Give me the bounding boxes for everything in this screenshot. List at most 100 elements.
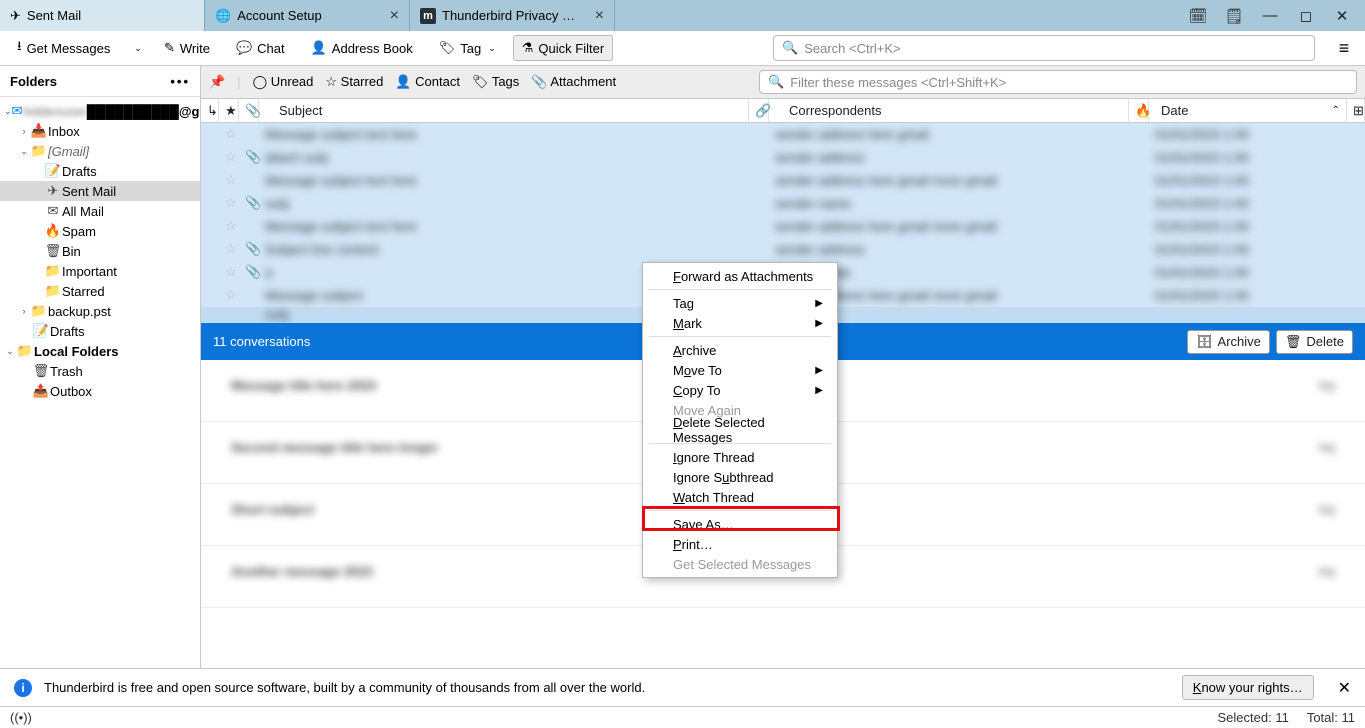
kebab-icon[interactable]: •••	[170, 74, 190, 89]
qf-contact[interactable]: 👤 Contact	[395, 74, 460, 90]
label: Quick Filter	[538, 41, 604, 56]
tab-account-setup[interactable]: 🌐 Account Setup ×	[205, 0, 410, 31]
ctx-forward-attachments[interactable]: Forward as Attachments	[643, 266, 837, 286]
close-icon[interactable]: ×	[390, 7, 399, 25]
quick-filter-button[interactable]: ⚗ Quick Filter	[513, 35, 613, 61]
close-icon[interactable]: ×	[595, 7, 604, 25]
label: Drafts	[50, 324, 85, 339]
qf-unread[interactable]: ◯ Unread	[253, 74, 314, 90]
col-star[interactable]: ★	[219, 99, 239, 122]
ctx-ignore-subthread[interactable]: Ignore Subthread	[643, 467, 837, 487]
write-button[interactable]: ✎ Write	[155, 35, 219, 61]
folder-drafts2[interactable]: 📝 Drafts	[0, 321, 200, 341]
col-link[interactable]: 🔗	[749, 99, 769, 122]
folder-pane: Folders ••• ⌄ ✉ hiddenuser ██████████@gm…	[0, 66, 201, 668]
app-menu-button[interactable]: ≡	[1331, 38, 1357, 59]
context-menu: Forward as Attachments Tag▶ Mark▶ Archiv…	[642, 262, 838, 578]
ctx-print[interactable]: Print…	[643, 534, 837, 554]
folder-icon: 📁	[44, 263, 62, 279]
label: Address Book	[332, 41, 413, 56]
get-messages-button[interactable]: ⭳ Get Messages	[8, 32, 119, 64]
table-row[interactable]: ☆📎 Subject line content sender address 0…	[201, 238, 1365, 261]
folder-starred[interactable]: 📁 Starred	[0, 281, 200, 301]
col-thread[interactable]: ↳	[201, 99, 219, 122]
online-status-icon[interactable]: ((•))	[10, 710, 32, 725]
know-your-rights-button[interactable]: Know your rights…	[1182, 675, 1314, 700]
chevron-down-icon: ⌄	[488, 43, 496, 54]
filter-search[interactable]: 🔍 Filter these messages <Ctrl+Shift+K>	[759, 70, 1357, 94]
table-row[interactable]: ☆📎 attach subj sender address 01/01/2023…	[201, 146, 1365, 169]
m-icon: m	[420, 8, 436, 24]
col-attach[interactable]: 📎	[239, 99, 259, 122]
table-row[interactable]: ☆ Message subject text here sender addre…	[201, 123, 1365, 146]
col-picker[interactable]: ⊞	[1347, 99, 1365, 122]
tag-button[interactable]: 🏷 Tag ⌄	[430, 35, 505, 61]
col-subject[interactable]: Subject	[259, 99, 749, 122]
address-book-button[interactable]: 👤 Address Book	[302, 35, 422, 61]
account-node[interactable]: ⌄ ✉ hiddenuser ██████████@gmail.com	[0, 101, 200, 121]
ctx-archive[interactable]: Archive	[643, 340, 837, 360]
close-button[interactable]: ✕	[1331, 7, 1353, 25]
twisty-down-icon[interactable]: ⌄	[4, 106, 12, 117]
folder-inbox[interactable]: › 📥 Inbox	[0, 121, 200, 141]
get-messages-dropdown[interactable]: ⌄	[127, 38, 147, 59]
delete-button[interactable]: 🗑 Delete	[1276, 330, 1353, 354]
contacts-icon: 👤	[311, 40, 327, 56]
search-icon: 🔍	[768, 74, 784, 90]
qf-attachment[interactable]: 📎 Attachment	[531, 74, 616, 90]
ctx-watch-thread[interactable]: Watch Thread	[643, 487, 837, 507]
table-row[interactable]: ☆📎 subj sender name 01/01/2023 1:00	[201, 192, 1365, 215]
submenu-arrow-icon: ▶	[815, 318, 823, 329]
folder-drafts[interactable]: 📝 Drafts	[0, 161, 200, 181]
qf-starred[interactable]: ☆ Starred	[325, 74, 383, 90]
window-controls: 🗓 🗒 — ◻ ✕	[1175, 0, 1365, 31]
label: backup.pst	[48, 304, 111, 319]
ctx-copy-to[interactable]: Copy To▶	[643, 380, 837, 400]
calendar-icon[interactable]: 🗓	[1187, 7, 1209, 25]
folder-outbox[interactable]: 📤 Outbox	[0, 381, 200, 401]
folder-icon: 📁	[16, 343, 34, 359]
ctx-tag[interactable]: Tag▶	[643, 293, 837, 313]
twisty-right-icon[interactable]: ›	[18, 126, 30, 136]
folder-gmail[interactable]: ⌄ 📁 [Gmail]	[0, 141, 200, 161]
chat-button[interactable]: 💬 Chat	[227, 35, 294, 61]
folder-spam[interactable]: 🔥 Spam	[0, 221, 200, 241]
twisty-down-icon[interactable]: ⌄	[4, 346, 16, 357]
ctx-save-as[interactable]: Save As…	[643, 514, 837, 534]
table-row[interactable]: ☆ Message subject text here sender addre…	[201, 169, 1365, 192]
tab-sent-mail[interactable]: ✈ Sent Mail	[0, 0, 205, 31]
col-date[interactable]: Date ⌃	[1149, 99, 1347, 122]
qf-tags[interactable]: 🏷 Tags	[472, 74, 519, 90]
pin-icon[interactable]: 📌	[209, 74, 225, 90]
maximize-button[interactable]: ◻	[1295, 7, 1317, 25]
close-icon[interactable]: ✕	[1338, 678, 1351, 698]
col-correspondents[interactable]: Correspondents	[769, 99, 1129, 122]
archive-button[interactable]: 🗄 Archive	[1187, 330, 1270, 354]
tab-label: Thunderbird Privacy Notice	[442, 8, 582, 23]
ctx-delete-selected[interactable]: Delete Selected Messages	[643, 420, 837, 440]
minimize-button[interactable]: —	[1259, 7, 1281, 24]
folder-backup[interactable]: › 📁 backup.pst	[0, 301, 200, 321]
folder-trash[interactable]: 🗑 Trash	[0, 361, 200, 381]
folder-bin[interactable]: 🗑 Bin	[0, 241, 200, 261]
folder-important[interactable]: 📁 Important	[0, 261, 200, 281]
ctx-ignore-thread[interactable]: Ignore Thread	[643, 447, 837, 467]
ctx-get-selected: Get Selected Messages	[643, 554, 837, 574]
local-folders-node[interactable]: ⌄ 📁 Local Folders	[0, 341, 200, 361]
tasks-icon[interactable]: 🗒	[1223, 7, 1245, 25]
ctx-mark[interactable]: Mark▶	[643, 313, 837, 333]
col-spam[interactable]: 🔥	[1129, 99, 1149, 122]
folder-sent-mail[interactable]: ✈ Sent Mail	[0, 181, 200, 201]
global-search[interactable]: 🔍 Search <Ctrl+K>	[773, 35, 1315, 61]
twisty-right-icon[interactable]: ›	[18, 306, 30, 316]
twisty-down-icon[interactable]: ⌄	[18, 146, 30, 157]
label: Inbox	[48, 124, 80, 139]
ctx-move-to[interactable]: Move To▶	[643, 360, 837, 380]
folder-all-mail[interactable]: ✉ All Mail	[0, 201, 200, 221]
mail-icon: ✉	[12, 103, 23, 119]
tab-privacy-notice[interactable]: m Thunderbird Privacy Notice ×	[410, 0, 615, 31]
status-bar: ((•)) Selected: 11 Total: 11	[0, 706, 1365, 728]
label: Starred	[62, 284, 105, 299]
drafts-icon: 📝	[44, 163, 62, 179]
table-row[interactable]: ☆ Message subject text here sender addre…	[201, 215, 1365, 238]
